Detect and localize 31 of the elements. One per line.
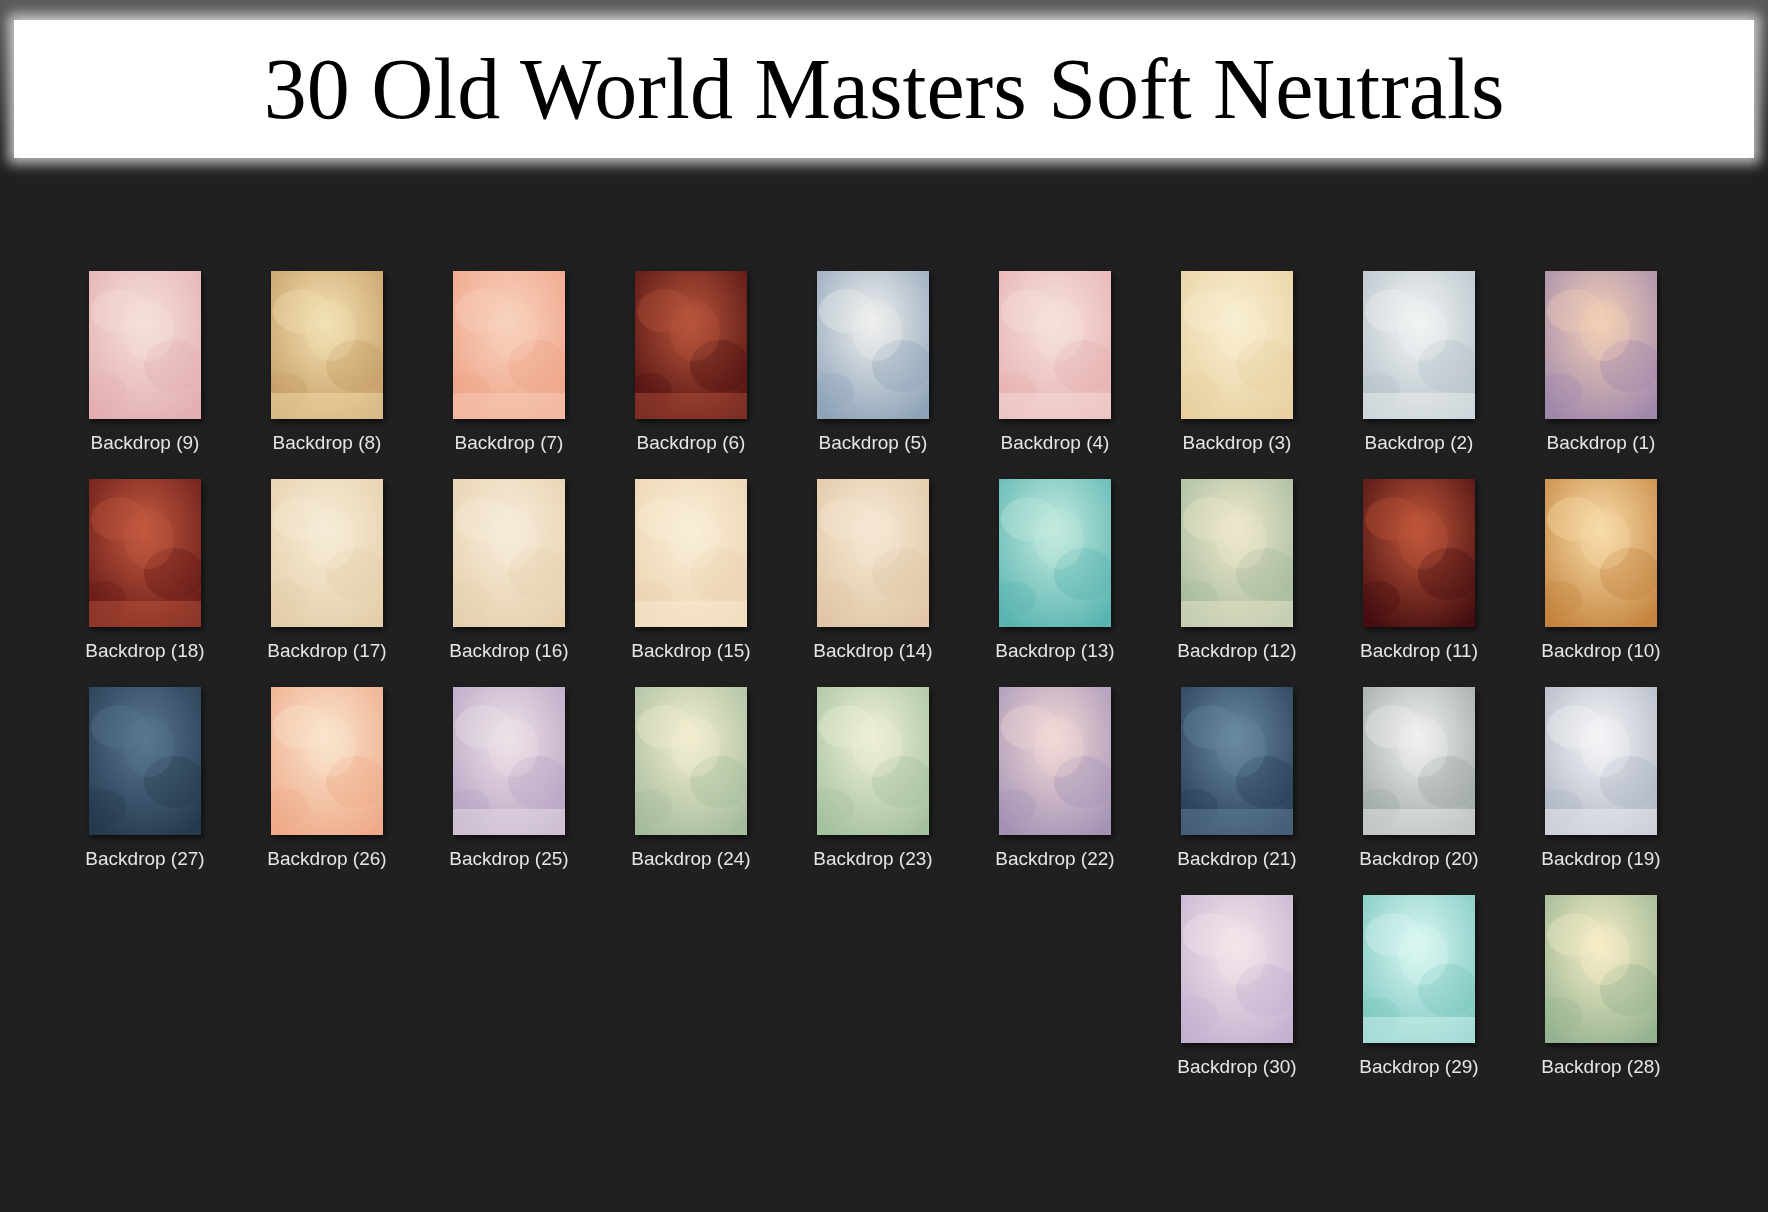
file-name[interactable]: Backdrop (30) — [1177, 1055, 1297, 1079]
file-name[interactable]: Backdrop (26) — [267, 847, 387, 871]
file-name[interactable]: Backdrop (15) — [631, 639, 751, 663]
file-name[interactable]: Backdrop (19) — [1541, 847, 1661, 871]
file-name[interactable]: Backdrop (24) — [631, 847, 751, 871]
file-name[interactable]: Backdrop (5) — [818, 431, 928, 455]
file-name[interactable]: Backdrop (21) — [1177, 847, 1297, 871]
file-name[interactable]: Backdrop (4) — [1000, 431, 1110, 455]
file-name[interactable]: Backdrop (9) — [90, 431, 200, 455]
file-name[interactable]: Backdrop (2) — [1364, 431, 1474, 455]
file-name[interactable]: Backdrop (8) — [272, 431, 382, 455]
file-name[interactable]: Backdrop (27) — [85, 847, 205, 871]
file-name[interactable]: Backdrop (16) — [449, 639, 569, 663]
file-name[interactable]: Backdrop (25) — [449, 847, 569, 871]
page-title: 30 Old World Masters Soft Neutrals — [263, 46, 1505, 132]
file-name[interactable]: Backdrop (22) — [995, 847, 1115, 871]
file-name[interactable]: Backdrop (28) — [1541, 1055, 1661, 1079]
file-name[interactable]: Backdrop (7) — [454, 431, 564, 455]
file-name[interactable]: Backdrop (18) — [85, 639, 205, 663]
file-name[interactable]: Backdrop (20) — [1359, 847, 1479, 871]
file-name[interactable]: Backdrop (13) — [995, 639, 1115, 663]
file-name[interactable]: Backdrop (12) — [1177, 639, 1297, 663]
file-name[interactable]: Backdrop (29) — [1359, 1055, 1479, 1079]
file-name[interactable]: Backdrop (3) — [1182, 431, 1292, 455]
file-name[interactable]: Backdrop (6) — [636, 431, 746, 455]
file-name[interactable]: Backdrop (1) — [1546, 431, 1656, 455]
file-name[interactable]: Backdrop (17) — [267, 639, 387, 663]
file-name[interactable]: Backdrop (10) — [1541, 639, 1661, 663]
file-name[interactable]: Backdrop (14) — [813, 639, 933, 663]
file-name[interactable]: Backdrop (11) — [1360, 639, 1478, 663]
file-name[interactable]: Backdrop (23) — [813, 847, 933, 871]
